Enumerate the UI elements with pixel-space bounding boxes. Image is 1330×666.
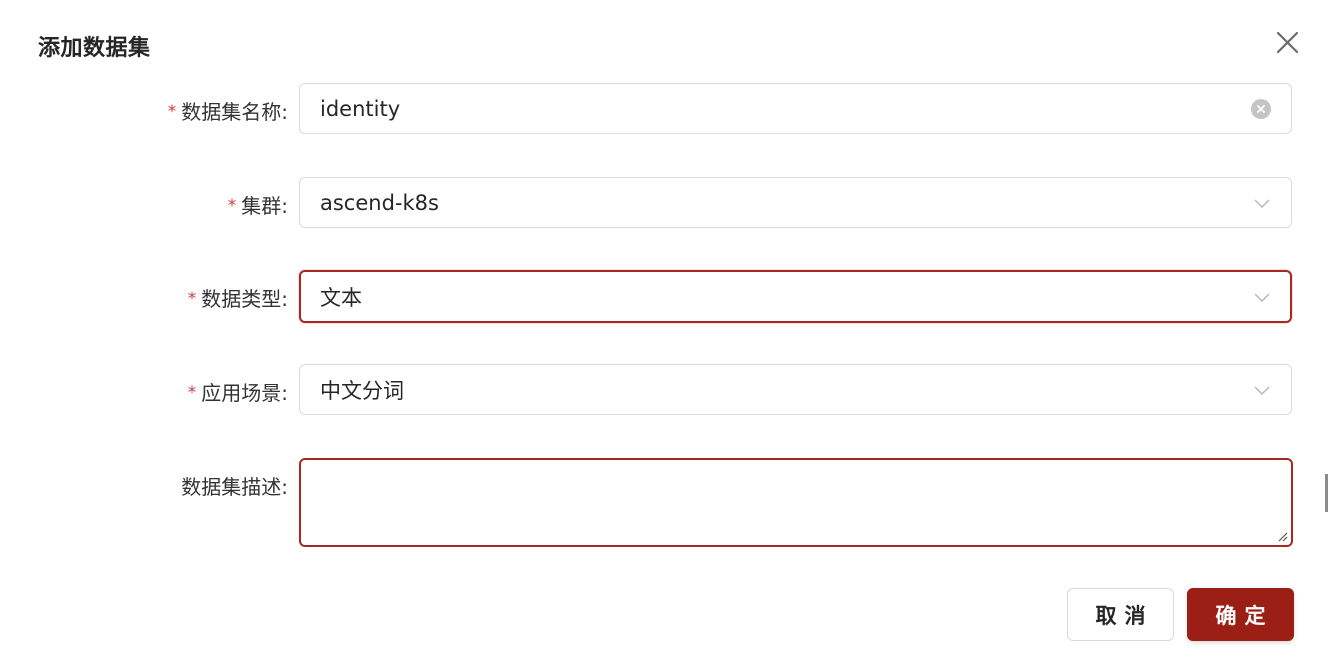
form-row-name: * 数据集名称: identity	[0, 82, 1330, 136]
cluster-select[interactable]: ascend-k8s	[299, 177, 1292, 228]
scrollbar-thumb[interactable]	[1325, 474, 1328, 512]
chevron-down-icon	[1254, 199, 1270, 208]
clear-input-icon[interactable]	[1251, 98, 1271, 119]
required-mark: *	[167, 101, 177, 122]
close-button[interactable]	[1272, 28, 1302, 58]
description-label: 数据集描述:	[181, 475, 288, 499]
dialog-title: 添加数据集	[38, 36, 151, 61]
cluster-label: * 集群:	[227, 194, 288, 218]
chevron-down-icon	[1254, 386, 1270, 395]
dataset-name-input[interactable]: identity	[299, 83, 1292, 134]
close-icon	[1276, 31, 1299, 54]
form-row-cluster: * 集群: ascend-k8s	[0, 176, 1330, 230]
data-type-label: * 数据类型:	[187, 287, 288, 311]
scenario-select[interactable]: 中文分词	[299, 364, 1292, 415]
scenario-label: * 应用场景:	[187, 381, 288, 405]
form-row-data-type: * 数据类型: 文本	[0, 269, 1330, 323]
required-mark: *	[227, 195, 237, 216]
chevron-down-icon	[1254, 293, 1270, 302]
description-textarea[interactable]	[299, 458, 1293, 547]
cancel-button[interactable]: 取消	[1067, 588, 1174, 641]
scenario-value: 中文分词	[320, 378, 404, 403]
cluster-value: ascend-k8s	[320, 190, 439, 215]
form-row-scenario: * 应用场景: 中文分词	[0, 363, 1330, 417]
required-mark: *	[187, 288, 197, 309]
name-label: * 数据集名称:	[167, 100, 288, 124]
resize-grip-icon[interactable]	[1276, 530, 1288, 542]
confirm-button[interactable]: 确定	[1187, 588, 1294, 641]
data-type-value: 文本	[320, 285, 362, 310]
dataset-name-value: identity	[320, 96, 401, 121]
data-type-select[interactable]: 文本	[299, 270, 1292, 323]
required-mark: *	[187, 382, 197, 403]
add-dataset-dialog: 添加数据集 * 数据集名称: identity * 集群: ascend-k8s…	[0, 0, 1330, 666]
